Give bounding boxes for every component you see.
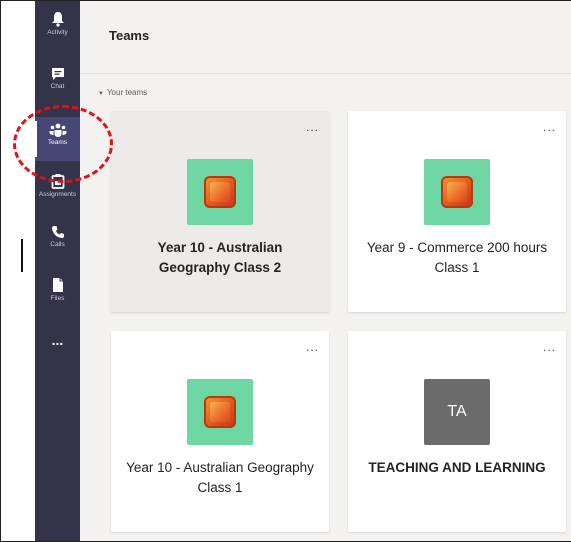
office-app-icon bbox=[204, 176, 236, 208]
more-apps-button[interactable]: ... bbox=[35, 332, 80, 355]
chat-icon bbox=[51, 68, 64, 80]
rail-item-label: Assignments bbox=[38, 191, 77, 198]
more-options-icon[interactable]: ... bbox=[543, 341, 556, 353]
rail-item-label: Files bbox=[50, 295, 65, 302]
rail-item-activity[interactable]: Activity bbox=[35, 11, 80, 55]
team-name: Year 9 - Commerce 200 hours Class 1 bbox=[366, 240, 548, 275]
teams-main-panel: Teams ▼ Your teams ... Year 10 - Australi… bbox=[80, 1, 571, 541]
chevron-down-icon: ▼ bbox=[98, 91, 104, 97]
team-card[interactable]: ... Year 10 - Australian Geography Class… bbox=[111, 111, 329, 312]
team-card[interactable]: ... Year 10 - Australian Geography Class… bbox=[111, 331, 329, 532]
text-cursor bbox=[21, 239, 23, 272]
team-card[interactable]: ... TA TEACHING AND LEARNING bbox=[348, 331, 566, 532]
team-name: Year 10 - Australian Geography Class 1 bbox=[126, 460, 314, 495]
team-tile bbox=[187, 379, 253, 445]
team-initials: TA bbox=[447, 403, 467, 420]
more-icon: ... bbox=[51, 332, 64, 348]
team-tile bbox=[187, 159, 253, 225]
bell-icon bbox=[51, 12, 64, 27]
assignments-icon bbox=[51, 174, 64, 189]
rail-item-calls[interactable]: Calls bbox=[35, 225, 80, 265]
rail-item-label: Activity bbox=[47, 29, 68, 36]
app-window: Activity Chat Teams Assignments Calls Fi… bbox=[0, 0, 571, 542]
team-tile bbox=[424, 159, 490, 225]
office-app-icon bbox=[441, 176, 473, 208]
page-title: Teams bbox=[109, 28, 150, 43]
app-rail: Activity Chat Teams Assignments Calls Fi… bbox=[35, 1, 80, 541]
rail-item-label: Calls bbox=[50, 241, 65, 248]
rail-item-teams[interactable]: Teams bbox=[35, 117, 80, 161]
your-teams-toggle[interactable]: ▼ Your teams bbox=[98, 88, 147, 97]
team-card[interactable]: ... Year 9 - Commerce 200 hours Class 1 bbox=[348, 111, 566, 312]
team-name: Year 10 - Australian Geography Class 2 bbox=[157, 240, 283, 275]
section-label: Your teams bbox=[106, 88, 148, 97]
more-options-icon[interactable]: ... bbox=[306, 121, 319, 133]
rail-item-label: Teams bbox=[47, 139, 68, 146]
rail-item-chat[interactable]: Chat bbox=[35, 67, 80, 107]
page-header: Teams bbox=[80, 1, 571, 74]
rail-item-assignments[interactable]: Assignments bbox=[35, 173, 80, 213]
more-options-icon[interactable]: ... bbox=[306, 341, 319, 353]
rail-item-files[interactable]: Files bbox=[35, 277, 80, 317]
more-options-icon[interactable]: ... bbox=[543, 121, 556, 133]
team-name: TEACHING AND LEARNING bbox=[368, 460, 546, 475]
file-icon bbox=[52, 278, 63, 292]
office-app-icon bbox=[204, 396, 236, 428]
rail-item-label: Chat bbox=[50, 83, 65, 90]
phone-icon bbox=[51, 226, 64, 238]
teams-icon bbox=[49, 123, 66, 137]
team-tile: TA bbox=[424, 379, 490, 445]
